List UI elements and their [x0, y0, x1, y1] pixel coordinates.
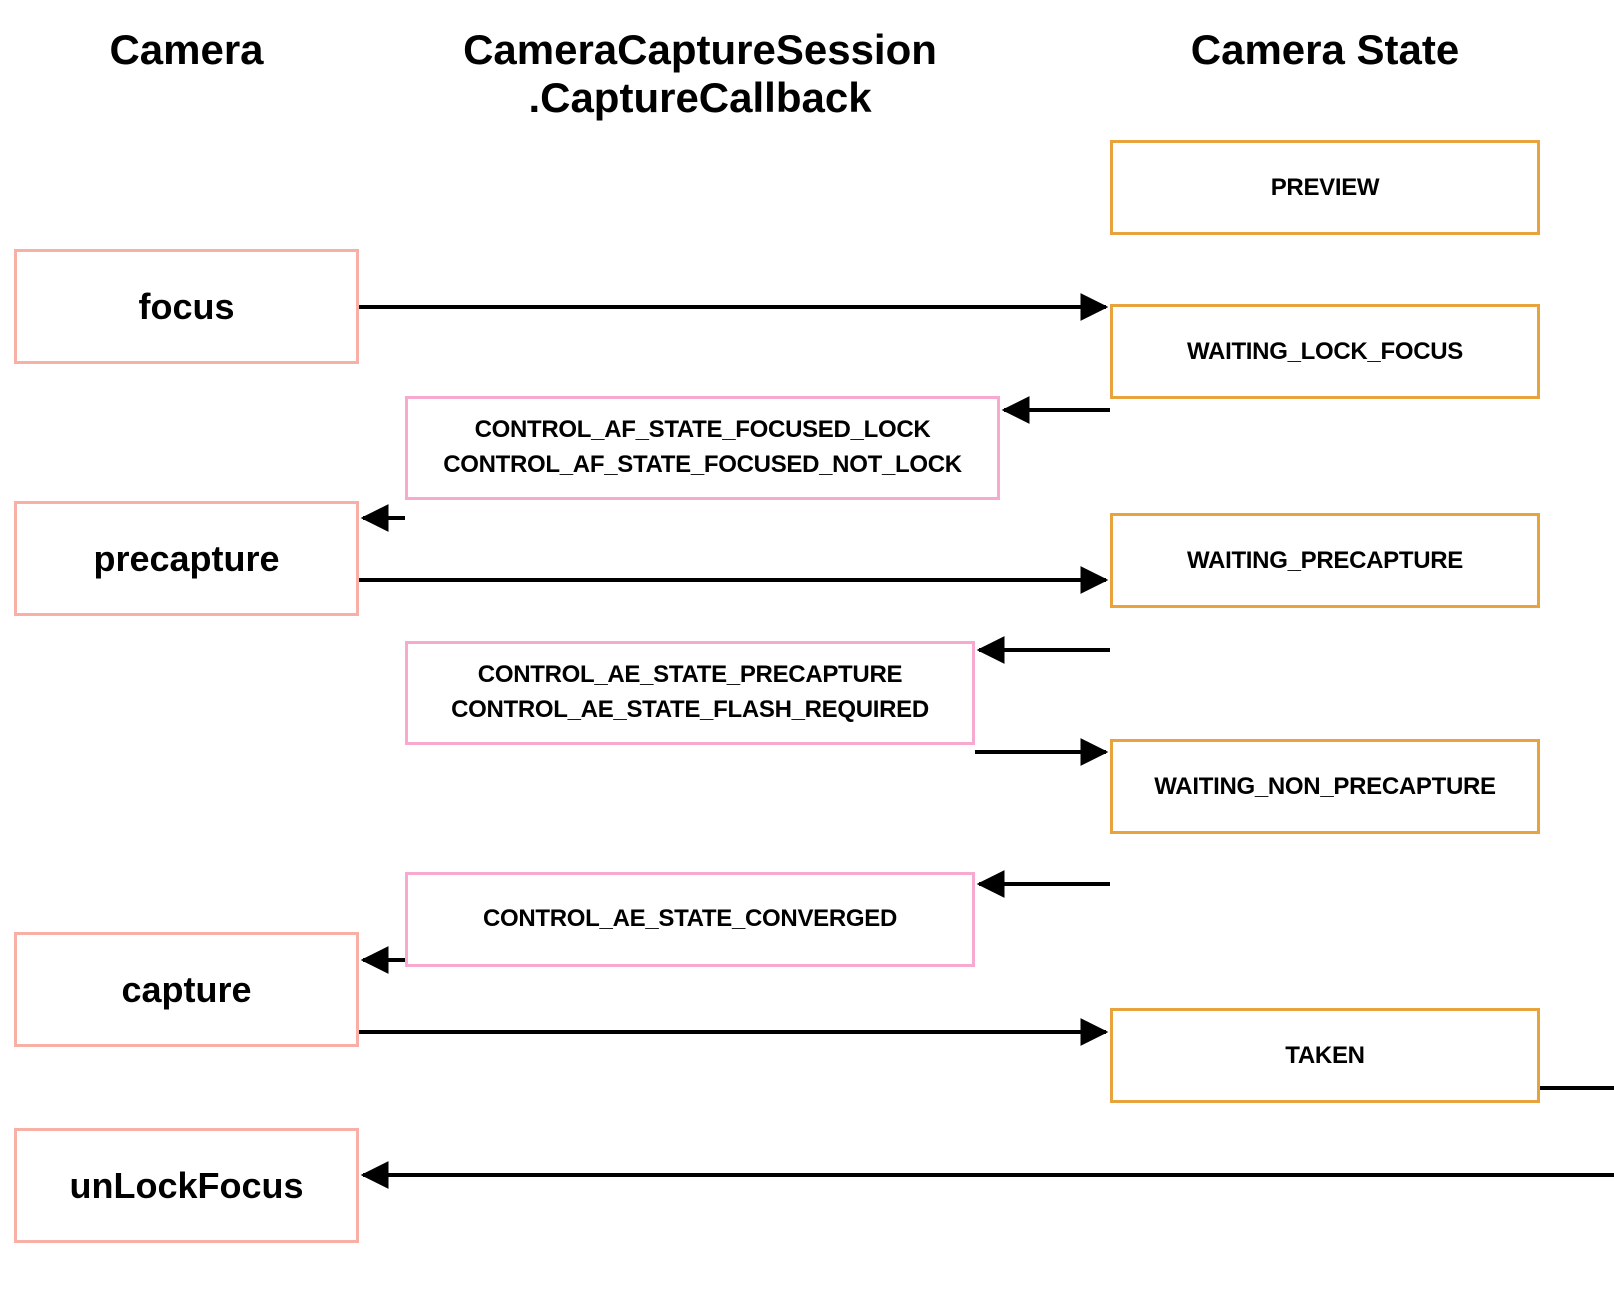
callback-ae-line2: CONTROL_AE_STATE_FLASH_REQUIRED	[451, 696, 929, 723]
heading-callback-line1: CameraCaptureSession	[463, 26, 937, 73]
callback-af-line1: CONTROL_AF_STATE_FOCUSED_LOCK	[475, 416, 931, 443]
callback-af-line2: CONTROL_AF_STATE_FOCUSED_NOT_LOCK	[443, 451, 962, 478]
callback-ae-line1: CONTROL_AE_STATE_PRECAPTURE	[478, 661, 902, 688]
state-box-waiting-lock-focus: WAITING_LOCK_FOCUS	[1110, 304, 1540, 399]
callback-box-ae-converged: CONTROL_AE_STATE_CONVERGED	[405, 872, 975, 967]
heading-state: Camera State	[1110, 26, 1540, 74]
state-box-preview: PREVIEW	[1110, 140, 1540, 235]
state-box-waiting-non-precapture: WAITING_NON_PRECAPTURE	[1110, 739, 1540, 834]
camera-box-unlockfocus: unLockFocus	[14, 1128, 359, 1243]
camera-box-focus: focus	[14, 249, 359, 364]
callback-ae-converged: CONTROL_AE_STATE_CONVERGED	[483, 902, 897, 937]
heading-callback: CameraCaptureSession .CaptureCallback	[405, 26, 995, 123]
heading-callback-line2: .CaptureCallback	[528, 74, 871, 121]
camera-box-capture: capture	[14, 932, 359, 1047]
camera-box-precapture: precapture	[14, 501, 359, 616]
state-box-waiting-precapture: WAITING_PRECAPTURE	[1110, 513, 1540, 608]
state-box-taken: TAKEN	[1110, 1008, 1540, 1103]
heading-camera: Camera	[14, 26, 359, 74]
callback-box-af: CONTROL_AF_STATE_FOCUSED_LOCK CONTROL_AF…	[405, 396, 1000, 500]
callback-box-ae: CONTROL_AE_STATE_PRECAPTURE CONTROL_AE_S…	[405, 641, 975, 745]
